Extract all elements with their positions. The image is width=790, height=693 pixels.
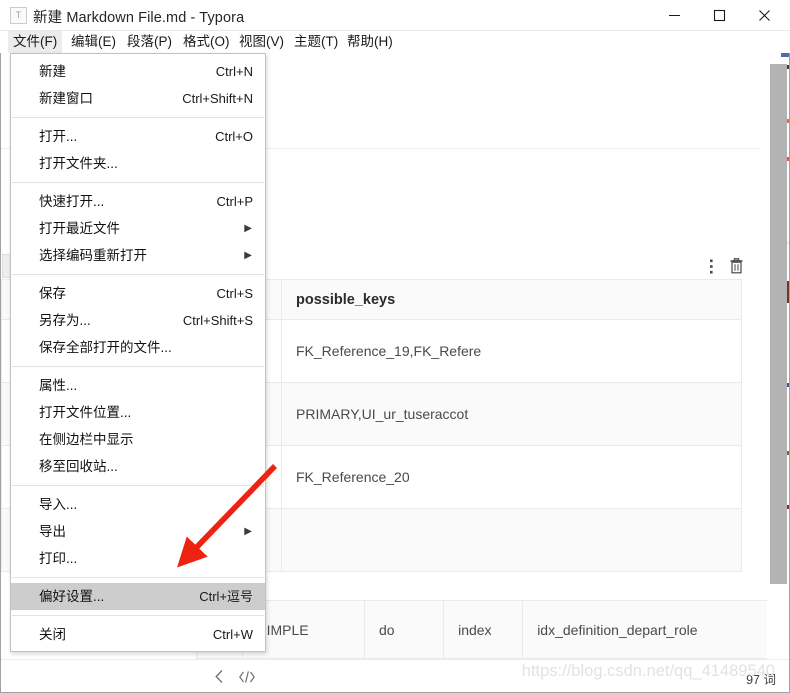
menu-item-shortcut: Ctrl+O xyxy=(215,129,253,144)
more-vertical-icon xyxy=(709,259,713,273)
close-button[interactable] xyxy=(742,0,787,31)
chevron-right-icon: ▶ xyxy=(244,223,252,234)
menu-item-label: 新建窗口 xyxy=(39,91,93,106)
menu-item-label: 打开文件夹... xyxy=(39,156,118,171)
menu-item-label: 另存为... xyxy=(39,313,91,328)
menu-item-reveal-in-sidebar[interactable]: 在侧边栏中显示 xyxy=(11,426,265,453)
menu-item-label: 保存全部打开的文件... xyxy=(39,340,172,355)
menu-item-label: 新建 xyxy=(39,64,66,79)
menu-item-label: 快速打开... xyxy=(39,194,105,209)
menu-item-close[interactable]: 关闭 Ctrl+W xyxy=(11,621,265,648)
file-dropdown-menu[interactable]: 新建 Ctrl+N 新建窗口 Ctrl+Shift+N 打开... Ctrl+O… xyxy=(10,53,266,652)
menu-item-shortcut: Ctrl+逗号 xyxy=(199,589,253,604)
menu-item-properties[interactable]: 属性... xyxy=(11,372,265,399)
menu-item-label: 选择编码重新打开 xyxy=(39,248,147,263)
maximize-button[interactable] xyxy=(697,0,742,31)
typora-app-icon: T xyxy=(10,7,27,24)
menu-item-reopen-with-encoding[interactable]: 选择编码重新打开 ▶ xyxy=(11,242,265,269)
menu-item-label: 偏好设置... xyxy=(39,589,105,604)
table-delete-button[interactable] xyxy=(727,257,745,275)
menu-item-export[interactable]: 导出 ▶ xyxy=(11,518,265,545)
table-more-options-button[interactable] xyxy=(702,257,720,275)
menu-item-label: 属性... xyxy=(39,378,78,393)
menu-item-shortcut: Ctrl+N xyxy=(215,64,253,79)
column-header-possible-keys[interactable]: possible_keys xyxy=(281,279,742,320)
status-bar: 97 词 xyxy=(1,659,789,692)
menu-item-shortcut: Ctrl+Shift+S xyxy=(182,313,253,328)
menu-item-label: 打开... xyxy=(39,129,78,144)
menubar-item-help[interactable]: 帮助(H) xyxy=(342,31,398,53)
maximize-icon xyxy=(713,9,726,22)
cell-possible-keys[interactable]: FK_Reference_19,FK_Refere xyxy=(281,319,742,383)
menubar-item-paragraph[interactable]: 段落(P) xyxy=(122,31,177,53)
menu-item-label: 保存 xyxy=(39,286,66,301)
vertical-scrollbar-thumb[interactable] xyxy=(770,64,787,584)
cell-possible-keys[interactable]: idx_definition_depart_role xyxy=(522,600,789,659)
menu-item-import[interactable]: 导入... xyxy=(11,491,265,518)
minimize-icon xyxy=(669,15,680,16)
lower-explain-table[interactable]: 1 SIMPLE do index idx_definition_depart_… xyxy=(195,600,789,659)
menu-item-shortcut: Ctrl+Shift+N xyxy=(182,91,253,106)
cell-table[interactable]: do xyxy=(363,600,445,659)
menu-item-shortcut: Ctrl+S xyxy=(216,286,253,301)
cell-possible-keys[interactable] xyxy=(281,508,742,572)
word-count-label: 97 词 xyxy=(744,668,778,689)
chevron-right-icon: ▶ xyxy=(244,250,252,261)
menu-bar: 文件(F) 编辑(E) 段落(P) 格式(O) 视图(V) 主题(T) 帮助(H… xyxy=(0,31,790,53)
menu-item-label: 打开文件位置... xyxy=(39,405,132,420)
menu-item-preferences[interactable]: 偏好设置... Ctrl+逗号 xyxy=(11,583,265,610)
menu-separator xyxy=(12,366,264,367)
cell-possible-keys[interactable]: PRIMARY,UI_ur_tuseraccot xyxy=(281,382,742,446)
menu-separator xyxy=(12,274,264,275)
menu-item-shortcut: Ctrl+W xyxy=(212,627,253,642)
menu-item-label: 在侧边栏中显示 xyxy=(39,432,134,447)
menu-separator xyxy=(12,615,264,616)
menubar-item-view[interactable]: 视图(V) xyxy=(234,31,289,53)
menubar-item-edit[interactable]: 编辑(E) xyxy=(66,31,121,53)
menubar-item-format[interactable]: 格式(O) xyxy=(178,31,235,53)
menu-item-label: 移至回收站... xyxy=(39,459,118,474)
menu-item-label: 导出 xyxy=(39,524,66,539)
app-icon-letter: T xyxy=(15,10,22,20)
trash-icon xyxy=(730,258,742,274)
menu-item-save-as[interactable]: 另存为... Ctrl+Shift+S xyxy=(11,307,265,334)
back-button[interactable] xyxy=(208,666,230,687)
title-bar: T 新建 Markdown File.md - Typora xyxy=(0,0,790,31)
minimap-mark xyxy=(781,53,789,57)
source-code-button[interactable] xyxy=(236,666,258,687)
source-code-icon xyxy=(239,670,255,683)
menu-item-open[interactable]: 打开... Ctrl+O xyxy=(11,123,265,150)
menu-item-label: 导入... xyxy=(39,497,78,512)
menubar-item-theme[interactable]: 主题(T) xyxy=(289,31,343,53)
menu-item-open-folder[interactable]: 打开文件夹... xyxy=(11,150,265,177)
menu-separator xyxy=(12,577,264,578)
menu-item-new-window[interactable]: 新建窗口 Ctrl+Shift+N xyxy=(11,85,265,112)
menu-separator xyxy=(12,485,264,486)
menu-item-move-to-trash[interactable]: 移至回收站... xyxy=(11,453,265,480)
typora-window: T 新建 Markdown File.md - Typora 文件(F) 编辑(… xyxy=(0,0,790,693)
menu-item-open-recent[interactable]: 打开最近文件 ▶ xyxy=(11,215,265,242)
menu-item-label: 打印... xyxy=(39,551,78,566)
menu-item-shortcut: Ctrl+P xyxy=(216,194,253,209)
minimize-button[interactable] xyxy=(652,0,697,31)
menu-separator xyxy=(12,182,264,183)
menubar-item-file[interactable]: 文件(F) xyxy=(8,31,63,53)
cell-possible-keys[interactable]: FK_Reference_20 xyxy=(281,445,742,509)
cell-type[interactable]: index xyxy=(443,600,524,659)
menu-item-label: 打开最近文件 xyxy=(39,221,120,236)
window-title: 新建 Markdown File.md - Typora xyxy=(33,10,245,26)
menu-item-open-file-location[interactable]: 打开文件位置... xyxy=(11,399,265,426)
table-row[interactable]: 1 SIMPLE do index idx_definition_depart_… xyxy=(195,600,789,659)
menu-item-save-all[interactable]: 保存全部打开的文件... xyxy=(11,334,265,361)
chevron-left-icon xyxy=(214,670,222,683)
close-icon xyxy=(759,10,770,21)
menu-item-print[interactable]: 打印... xyxy=(11,545,265,572)
chevron-right-icon: ▶ xyxy=(244,526,252,537)
menu-item-label: 关闭 xyxy=(39,627,66,642)
menu-separator xyxy=(12,117,264,118)
menu-item-quick-open[interactable]: 快速打开... Ctrl+P xyxy=(11,188,265,215)
menu-item-save[interactable]: 保存 Ctrl+S xyxy=(11,280,265,307)
menu-item-new[interactable]: 新建 Ctrl+N xyxy=(11,58,265,85)
